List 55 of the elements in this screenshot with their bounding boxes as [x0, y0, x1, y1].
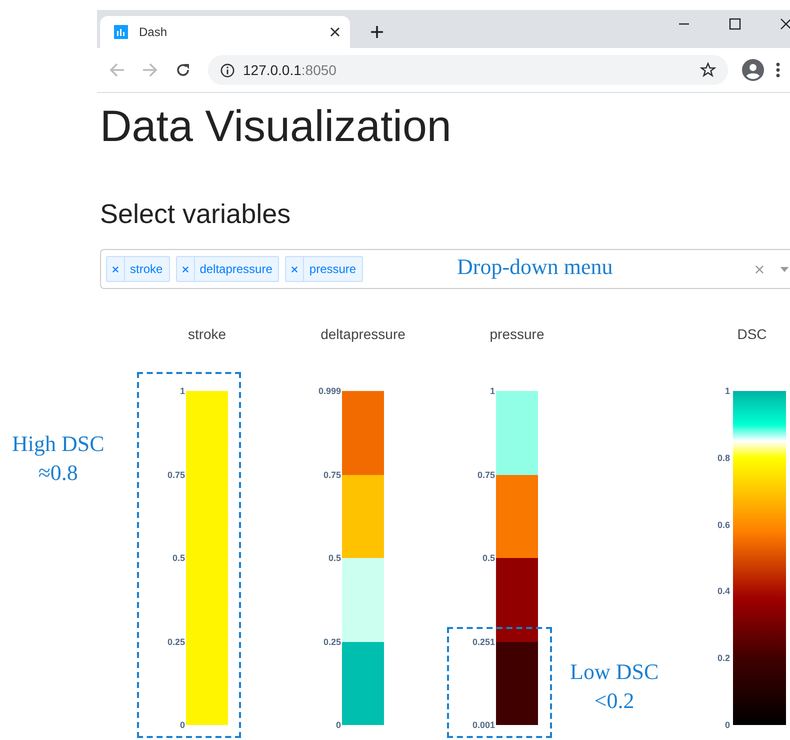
tick-label: 1	[724, 386, 731, 396]
tick-label: 0.8	[717, 452, 731, 463]
tick-label: 1	[180, 386, 186, 396]
info-icon	[220, 62, 235, 78]
remove-icon[interactable]	[291, 266, 298, 272]
tick-label: 0.75	[477, 470, 496, 480]
maximize-icon[interactable]	[729, 18, 741, 30]
tick-label: 0	[336, 720, 342, 730]
annotation-text: High DSC	[12, 430, 104, 458]
tick-label: 0.75	[167, 470, 186, 480]
browser-tab[interactable]: Dash	[100, 16, 350, 48]
axis-title: deltapressure	[320, 326, 406, 342]
caret-icon[interactable]	[780, 266, 789, 272]
tick-label: 1	[490, 386, 496, 396]
annotation-text: Low DSC	[570, 658, 659, 686]
tick-label: 0	[724, 720, 731, 730]
tick-label: 0.5	[482, 553, 496, 563]
selected-chip[interactable]: stroke	[106, 256, 170, 282]
axis-title: stroke	[188, 326, 226, 342]
tick-label: 0.75	[323, 470, 342, 480]
annotation-text: Drop-down menu	[457, 253, 613, 281]
plus-icon[interactable]	[370, 25, 384, 39]
close-icon[interactable]	[330, 27, 340, 37]
url-host: 127.0.0.1	[243, 62, 302, 78]
tick-label: 0.25	[167, 636, 186, 646]
section-heading: Select variables	[100, 198, 292, 230]
selected-chip[interactable]: deltapressure	[176, 256, 280, 282]
selected-chip[interactable]: pressure	[285, 256, 364, 282]
profile-icon[interactable]	[742, 59, 764, 81]
tick-label: 0.6	[717, 520, 731, 530]
close-icon[interactable]	[780, 18, 790, 30]
star-icon[interactable]	[700, 62, 716, 78]
annotation-text: <0.2	[594, 687, 634, 715]
tab-title: Dash	[139, 25, 168, 39]
tick-label: 0.001	[472, 720, 496, 730]
axis-title: pressure	[490, 326, 544, 342]
tick-label: 0.251	[472, 636, 496, 646]
reload-icon[interactable]	[175, 62, 191, 78]
annotation-text: ≈0.8	[38, 459, 78, 487]
bar-chart-icon	[114, 25, 128, 39]
axis-title: DSC	[737, 326, 767, 342]
clear-icon[interactable]	[755, 264, 764, 274]
tick-label: 0.5	[172, 553, 186, 563]
tick-label: 0.5	[328, 553, 342, 563]
url-port: :8050	[301, 62, 336, 78]
remove-icon[interactable]	[182, 266, 189, 272]
page-title: Data Visualization	[100, 101, 452, 153]
tick-label: 0.4	[717, 586, 731, 596]
tick-label: 0	[180, 720, 186, 730]
tick-label: 0.25	[323, 636, 342, 646]
tick-label: 0.2	[717, 653, 731, 664]
address-bar[interactable]: 127.0.0.1:8050	[208, 55, 728, 85]
tick-label: 0.999	[318, 386, 342, 396]
menu-icon[interactable]	[776, 62, 780, 78]
remove-icon[interactable]	[112, 266, 119, 272]
